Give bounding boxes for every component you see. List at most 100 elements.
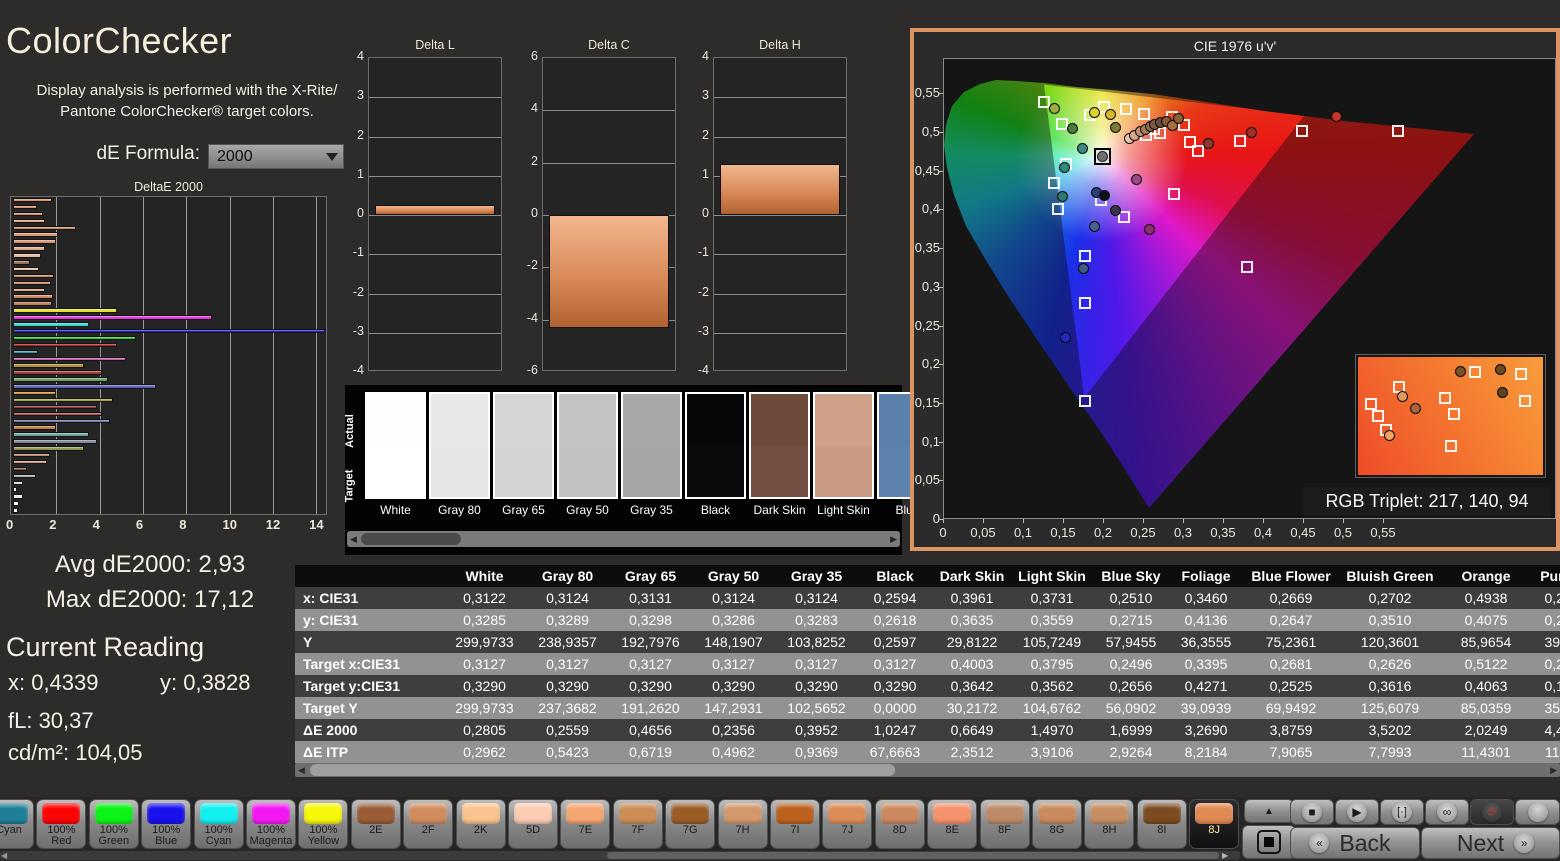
y-tick-label: -2: [352, 284, 364, 299]
patch-button-100-cyan[interactable]: 100% Cyan: [193, 799, 244, 849]
table-scroll-left-icon[interactable]: ◀: [298, 763, 305, 777]
tick-mark: [939, 402, 943, 404]
toolbar-scroll-left-icon[interactable]: ◀: [1, 849, 7, 861]
patch-button-7g[interactable]: 7G: [665, 799, 716, 849]
back-button[interactable]: « Back: [1290, 827, 1420, 859]
scroll-right-icon[interactable]: ▶: [890, 532, 897, 546]
table-cell: 0,3127: [873, 656, 917, 672]
x-tick-label: 0: [6, 517, 14, 532]
collapse-up-button[interactable]: ▲: [1244, 799, 1294, 823]
tick-mark: [943, 519, 944, 523]
next-chevrons-icon: »: [1514, 833, 1535, 853]
stop-button[interactable]: ■: [1290, 799, 1334, 825]
scroll-left-icon[interactable]: ◀: [350, 532, 357, 546]
patch-button-label: 8F: [998, 824, 1012, 836]
y-tick-label: 4: [531, 101, 538, 116]
stop-measure-button[interactable]: [1242, 825, 1296, 859]
cie-y-tick-label: 0,5: [921, 124, 940, 139]
patch-button-8e[interactable]: 8E: [927, 799, 978, 849]
deltae-bar: [13, 239, 57, 244]
patch-button-8f[interactable]: 8F: [979, 799, 1030, 849]
inset-target-square: [1438, 392, 1451, 405]
table-cell: 0,3460: [1184, 590, 1228, 606]
table-cell: 0,2669: [1269, 590, 1313, 606]
page-description: Display analysis is performed with the X…: [36, 82, 338, 120]
next-button[interactable]: Next »: [1421, 827, 1560, 859]
patch-button-7e[interactable]: 7E: [560, 799, 611, 849]
patch-toolbar: Cyan 100% Red 100% Green 100% Blue 100% Cyan…: [0, 797, 1560, 861]
table-cell: 0,3731: [1030, 590, 1074, 606]
measurement-circle-marker: [1059, 162, 1070, 174]
patch-button-7f[interactable]: 7F: [612, 799, 663, 849]
table-cell: 11,62: [1545, 744, 1560, 760]
gridline: [369, 332, 501, 334]
patch-button-100-green[interactable]: 100% Green: [88, 799, 139, 849]
patch-button-7i[interactable]: 7I: [770, 799, 820, 849]
patch-button-100-yellow[interactable]: 100% Yellow: [298, 799, 349, 849]
cie-x-tick-label: 0,25: [1130, 525, 1156, 540]
patch-color-chip: [933, 803, 972, 824]
de-formula-select[interactable]: 2000: [208, 144, 344, 169]
patch-button-100-magenta[interactable]: 100% Magenta: [246, 799, 296, 849]
table-cell: 67,6663: [869, 744, 921, 760]
deltae-bar: [13, 349, 38, 355]
target-square-marker: [1168, 188, 1181, 201]
table-cell: 56,0902: [1105, 700, 1157, 716]
x-tick-label: 10: [222, 517, 237, 532]
patch-color-chip: [252, 803, 290, 824]
patch-button-8g[interactable]: 8G: [1032, 799, 1082, 849]
patch-button-2e[interactable]: 2E: [350, 799, 401, 849]
play-button[interactable]: ▶: [1335, 799, 1379, 825]
deltae-bar: [13, 308, 117, 313]
patch-button-8d[interactable]: 8D: [874, 799, 925, 849]
table-row: ΔE ITP 0,2962 0,5423 0,6719 0,4962 0,9369 67,6…: [295, 741, 1560, 763]
toolbar-scroll-right-icon[interactable]: ▶: [1222, 849, 1228, 861]
blank-button[interactable]: [1515, 799, 1560, 825]
table-scroll-thumb[interactable]: [310, 764, 895, 776]
patch-button-7h[interactable]: 7H: [717, 799, 768, 849]
swatch-actual: [559, 394, 616, 446]
swatch-target: [751, 445, 808, 497]
deltae-bar: [13, 439, 98, 444]
table-header-cell: Dark Skin: [939, 568, 1005, 584]
y-tick-label: 4: [702, 49, 709, 63]
interval-icon: [·]: [1392, 802, 1412, 822]
refresh-button[interactable]: ⟳: [1470, 799, 1514, 825]
inset-target-square: [1514, 367, 1527, 380]
table-header-cell: Bluish Green: [1346, 568, 1434, 584]
table-scroll-right-icon[interactable]: ▶: [1550, 763, 1557, 777]
table-cell: 1,4970: [1030, 722, 1074, 738]
table-cell: 0,3635: [950, 612, 994, 628]
patch-button-100-red[interactable]: 100% Red: [36, 799, 87, 849]
table-cell: 7,9065: [1269, 744, 1313, 760]
cie-y-tick-label: 0,1: [921, 433, 940, 449]
tick-mark: [1143, 519, 1144, 523]
target-square-marker: [1078, 250, 1091, 263]
chevron-down-icon: [326, 153, 338, 161]
patch-button-100-blue[interactable]: 100% Blue: [141, 799, 192, 849]
patch-button-cyan[interactable]: Cyan: [0, 799, 34, 849]
toolbar-scroll-thumb[interactable]: [607, 852, 1219, 859]
patch-button-8i[interactable]: 8I: [1136, 799, 1187, 849]
deltae-bar: [13, 204, 37, 210]
swatch-scroll-thumb[interactable]: [361, 533, 461, 545]
patch-button-2f[interactable]: 2F: [403, 799, 454, 849]
table-scrollbar[interactable]: ◀ ▶: [295, 763, 1560, 777]
up-arrow-icon: ▲: [1264, 805, 1274, 817]
mini-chart-title: Delta L: [415, 38, 455, 52]
patch-button-8h[interactable]: 8H: [1084, 799, 1135, 849]
patch-button-5d[interactable]: 5D: [508, 799, 558, 849]
toolbar-scrollbar[interactable]: ◀ ▶: [0, 851, 1240, 860]
swatch-scrollbar[interactable]: ◀ ▶: [347, 531, 900, 547]
patch-button-8j[interactable]: 8J: [1189, 799, 1240, 849]
stop-square-icon: [1257, 830, 1281, 854]
patch-button-7j[interactable]: 7J: [822, 799, 873, 849]
patch-button-label: 100% Green: [98, 824, 130, 847]
table-row: y: CIE31 0,3285 0,3289 0,3298 0,3286 0,3283 0,…: [295, 609, 1560, 631]
continuous-button[interactable]: ∞: [1425, 799, 1469, 825]
patch-button-2k[interactable]: 2K: [455, 799, 506, 849]
table-cell: 237,3682: [538, 700, 597, 716]
table-cell: 0,3290: [873, 678, 917, 694]
deltae-bar: [13, 225, 76, 231]
interval-button[interactable]: [·]: [1380, 799, 1424, 825]
